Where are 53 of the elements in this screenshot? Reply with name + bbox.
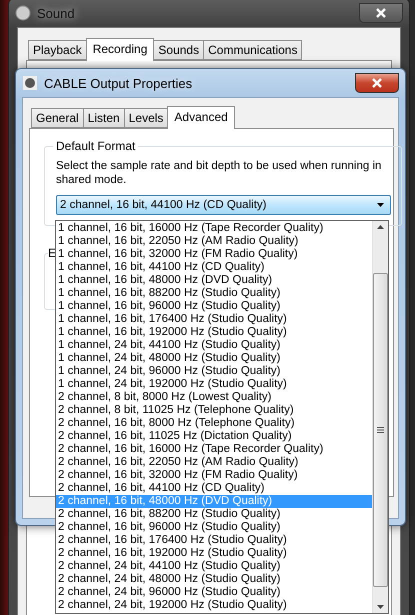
dropdown-option[interactable]: 1 channel, 24 bit, 192000 Hz (Studio Quality) xyxy=(56,378,372,391)
format-dropdown[interactable]: 2 channel, 16 bit, 44100 Hz (CD Quality) xyxy=(56,195,391,215)
dropdown-option[interactable]: 1 channel, 16 bit, 88200 Hz (Studio Quality) xyxy=(56,287,372,300)
dropdown-option[interactable]: 2 channel, 16 bit, 22050 Hz (AM Radio Quality) xyxy=(56,456,372,469)
dropdown-option[interactable]: 1 channel, 16 bit, 44100 Hz (CD Quality) xyxy=(56,261,372,274)
dropdown-option[interactable]: 2 channel, 16 bit, 16000 Hz (Tape Recorder Quality) xyxy=(56,443,372,456)
dropdown-option[interactable]: 2 channel, 24 bit, 96000 Hz (Studio Quality) xyxy=(56,586,372,599)
dropdown-option[interactable]: 1 channel, 24 bit, 48000 Hz (Studio Quality) xyxy=(56,352,372,365)
dropdown-option[interactable]: 2 channel, 16 bit, 176400 Hz (Studio Quality) xyxy=(56,534,372,547)
close-button[interactable] xyxy=(355,73,399,93)
tab[interactable]: Advanced xyxy=(167,106,235,129)
group-label: E xyxy=(48,246,56,260)
tab[interactable]: Communications xyxy=(203,40,302,60)
caret-icon xyxy=(377,203,384,207)
dropdown-option[interactable]: 1 channel, 16 bit, 16000 Hz (Tape Recorder Quality) xyxy=(56,222,372,235)
scrollbar[interactable] xyxy=(372,221,388,613)
tab[interactable]: Playback xyxy=(28,40,87,60)
tab[interactable]: Listen xyxy=(82,108,125,128)
dropdown-option[interactable]: 2 channel, 8 bit, 11025 Hz (Telephone Quality) xyxy=(56,404,372,417)
group-label: Default Format xyxy=(55,139,136,153)
dropdown-option[interactable]: 2 channel, 16 bit, 96000 Hz (Studio Quality) xyxy=(56,521,372,534)
tab[interactable]: Sounds xyxy=(153,40,204,60)
dropdown-option[interactable]: 2 channel, 16 bit, 192000 Hz (Studio Quality) xyxy=(56,547,372,560)
dropdown-option[interactable]: 2 channel, 16 bit, 88200 Hz (Studio Quality) xyxy=(56,508,372,521)
dropdown-option[interactable]: 2 channel, 16 bit, 8000 Hz (Telephone Quality) xyxy=(56,417,372,430)
dropdown-option[interactable]: 1 channel, 16 bit, 176400 Hz (Studio Quality) xyxy=(56,313,372,326)
dropdown-option[interactable]: 1 channel, 24 bit, 96000 Hz (Studio Quality) xyxy=(56,365,372,378)
description-text: Select the sample rate and bit depth to be used when running in shared mode. xyxy=(56,159,382,187)
dropdown-option[interactable]: 1 channel, 16 bit, 22050 Hz (AM Radio Quality) xyxy=(56,235,372,248)
scrollbar-thumb[interactable] xyxy=(373,273,388,587)
dropdown-option[interactable]: 1 channel, 16 bit, 192000 Hz (Studio Quality) xyxy=(56,326,372,339)
dropdown-option[interactable]: 1 channel, 16 bit, 48000 Hz (DVD Quality) xyxy=(56,274,372,287)
dialog-title: CABLE Output Properties xyxy=(44,76,192,90)
close-icon xyxy=(376,8,386,18)
dropdown-option[interactable]: 2 channel, 16 bit, 44100 Hz (CD Quality) xyxy=(56,482,372,495)
tab[interactable]: General xyxy=(31,108,84,128)
close-button[interactable] xyxy=(359,3,403,23)
tab[interactable]: Levels xyxy=(124,108,168,128)
dropdown-option[interactable]: 2 channel, 24 bit, 192000 Hz (Studio Quality) xyxy=(56,599,372,612)
dropdown-option[interactable]: 1 channel, 16 bit, 32000 Hz (FM Radio Quality) xyxy=(56,248,372,261)
window-title: Sound xyxy=(37,6,75,20)
dropdown-option[interactable]: 1 channel, 24 bit, 44100 Hz (Studio Quality) xyxy=(56,339,372,352)
down-arrow-icon xyxy=(377,605,384,609)
grip-icon xyxy=(377,427,384,433)
dropdown-option[interactable]: 1 channel, 16 bit, 96000 Hz (Studio Quality) xyxy=(56,300,372,313)
dropdown-option[interactable]: 2 channel, 24 bit, 44100 Hz (Studio Quality) xyxy=(56,560,372,573)
tab[interactable]: Recording xyxy=(86,38,154,61)
dropdown-option[interactable]: 2 channel, 16 bit, 32000 Hz (FM Radio Quality) xyxy=(56,469,372,482)
close-icon xyxy=(372,78,382,88)
dropdown-option[interactable]: 2 channel, 16 bit, 11025 Hz (Dictation Quality) xyxy=(56,430,372,443)
dropdown-option[interactable]: 2 channel, 8 bit, 8000 Hz (Lowest Quality) xyxy=(56,391,372,404)
dropdown-option[interactable]: 2 channel, 24 bit, 48000 Hz (Studio Quality) xyxy=(56,573,372,586)
up-arrow-icon xyxy=(377,225,384,229)
